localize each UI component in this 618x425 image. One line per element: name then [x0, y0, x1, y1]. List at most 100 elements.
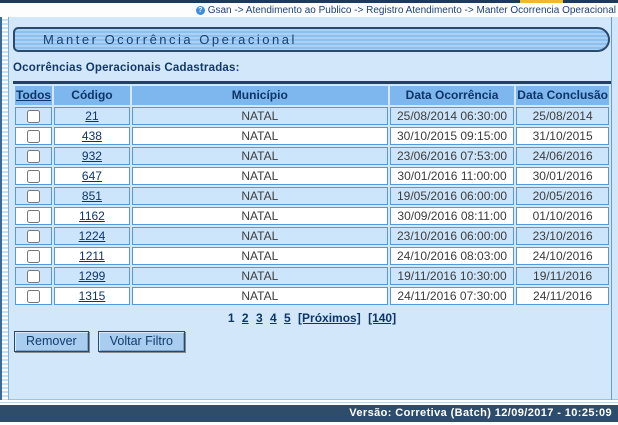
data-conclusao-cell: 25/08/2014 [516, 107, 609, 125]
table-row: 1162 NATAL30/09/2016 08:11:0001/10/2016 [15, 207, 609, 225]
occurrences-table-body: 21NATAL25/08/2014 06:30:0025/08/2014438N… [15, 107, 609, 305]
data-ocorrencia-cell: 24/10/2016 08:03:00 [390, 247, 514, 265]
data-conclusao-cell: 24/11/2016 [516, 287, 609, 305]
municipio-cell: NATAL [132, 107, 388, 125]
occurrences-table: Todos Código Município Data Ocorrência D… [13, 84, 611, 307]
row-checkbox[interactable] [27, 230, 40, 243]
data-ocorrencia-cell: 19/11/2016 10:30:00 [390, 267, 514, 285]
next-pages-link[interactable]: [Próximos] [298, 311, 361, 325]
data-conclusao-cell: 24/10/2016 [516, 247, 609, 265]
municipio-cell: NATAL [132, 187, 388, 205]
codigo-cell: 1315 [54, 287, 130, 305]
row-checkbox[interactable] [27, 250, 40, 263]
table-row: 438 NATAL30/10/2015 09:15:0031/10/2015 [15, 127, 609, 145]
table-row: 1315NATAL24/11/2016 07:30:0024/11/2016 [15, 287, 609, 305]
codigo-link[interactable]: 1162 [79, 209, 105, 223]
version-text: Versão: Corretiva (Batch) 12/09/2017 - 1… [349, 407, 612, 419]
row-checkbox-cell [15, 247, 52, 265]
table-row: 21 NATAL25/08/2014 06:30:0025/08/2014 [15, 107, 609, 125]
codigo-link[interactable]: 851 [82, 189, 102, 203]
section-label: Ocorrências Operacionais Cadastradas: [13, 62, 612, 74]
data-ocorrencia-cell: 23/10/2016 06:00:00 [390, 227, 514, 245]
row-checkbox[interactable] [27, 110, 40, 123]
footer-bar: Versão: Corretiva (Batch) 12/09/2017 - 1… [0, 405, 618, 422]
municipio-cell: NATAL [132, 147, 388, 165]
codigo-link[interactable]: 1315 [79, 289, 106, 303]
codigo-link[interactable]: 932 [82, 149, 102, 163]
page-number-link[interactable]: 2 [242, 311, 249, 325]
codigo-link[interactable]: 21 [85, 109, 98, 123]
row-checkbox[interactable] [27, 150, 40, 163]
footer-divider [0, 402, 618, 403]
data-ocorrencia-cell: 30/01/2016 11:00:00 [390, 167, 514, 185]
row-checkbox[interactable] [27, 290, 40, 303]
table-row: 1224NATAL23/10/2016 06:00:0023/10/2016 [15, 227, 609, 245]
data-conclusao-cell: 31/10/2015 [516, 127, 609, 145]
table-header-row: Todos Código Município Data Ocorrência D… [15, 86, 609, 105]
municipio-cell: NATAL [132, 167, 388, 185]
codigo-link[interactable]: 438 [82, 129, 102, 143]
row-checkbox-cell [15, 147, 52, 165]
codigo-link[interactable]: 647 [82, 169, 102, 183]
last-page-link[interactable]: [140] [368, 311, 396, 325]
row-checkbox-cell [15, 267, 52, 285]
table-row: 851 NATAL19/05/2016 06:00:0020/05/2016 [15, 187, 609, 205]
row-checkbox[interactable] [27, 130, 40, 143]
data-ocorrencia-cell: 30/09/2016 08:11:00 [390, 207, 514, 225]
codigo-cell: 438 [54, 127, 130, 145]
table-row: 1211 NATAL24/10/2016 08:03:0024/10/2016 [15, 247, 609, 265]
table-row: 932 NATAL23/06/2016 07:53:0024/06/2016 [15, 147, 609, 165]
codigo-link[interactable]: 1211 [79, 249, 105, 263]
row-checkbox-cell [15, 187, 52, 205]
row-checkbox-cell [15, 127, 52, 145]
data-ocorrencia-cell: 23/06/2016 07:53:00 [390, 147, 514, 165]
codigo-cell: 1224 [54, 227, 130, 245]
table-row: 647 NATAL30/01/2016 11:00:0030/01/2016 [15, 167, 609, 185]
main-panel: Manter Ocorrência Operacional Ocorrência… [0, 17, 618, 400]
page-number-link[interactable]: 4 [270, 311, 277, 325]
select-all-link[interactable]: Todos [16, 88, 51, 102]
header-data-conclusao: Data Conclusão [516, 86, 609, 105]
municipio-cell: NATAL [132, 127, 388, 145]
data-ocorrencia-cell: 30/10/2015 09:15:00 [390, 127, 514, 145]
help-icon[interactable]: ? [196, 6, 205, 15]
row-checkbox-cell [15, 207, 52, 225]
row-checkbox-cell [15, 167, 52, 185]
data-ocorrencia-cell: 25/08/2014 06:30:00 [390, 107, 514, 125]
table-row: 1299NATAL19/11/2016 10:30:0019/11/2016 [15, 267, 609, 285]
row-checkbox-cell [15, 107, 52, 125]
row-checkbox[interactable] [27, 210, 40, 223]
municipio-cell: NATAL [132, 207, 388, 225]
occurrences-table-wrap: Todos Código Município Data Ocorrência D… [13, 81, 611, 307]
page-number-link[interactable]: 3 [256, 311, 263, 325]
data-conclusao-cell: 01/10/2016 [516, 207, 609, 225]
row-checkbox[interactable] [27, 190, 40, 203]
codigo-cell: 1162 [54, 207, 130, 225]
row-checkbox[interactable] [27, 270, 40, 283]
page-number-current: 1 [228, 311, 235, 325]
page-number-link[interactable]: 5 [284, 311, 291, 325]
codigo-cell: 1211 [54, 247, 130, 265]
row-checkbox[interactable] [27, 170, 40, 183]
data-conclusao-cell: 23/10/2016 [516, 227, 609, 245]
breadcrumb-text: Gsan -> Atendimento ao Publico -> Regist… [208, 5, 616, 16]
remover-button[interactable]: Remover [14, 331, 89, 352]
right-frame-border [611, 17, 612, 400]
data-conclusao-cell: 24/06/2016 [516, 147, 609, 165]
voltar-filtro-button[interactable]: Voltar Filtro [98, 331, 185, 352]
data-conclusao-cell: 30/01/2016 [516, 167, 609, 185]
row-checkbox-cell [15, 227, 52, 245]
data-conclusao-cell: 19/11/2016 [516, 267, 609, 285]
header-municipio: Município [132, 86, 388, 105]
codigo-link[interactable]: 1299 [79, 269, 106, 283]
data-conclusao-cell: 20/05/2016 [516, 187, 609, 205]
codigo-link[interactable]: 1224 [79, 229, 106, 243]
row-checkbox-cell [15, 287, 52, 305]
page-title: Manter Ocorrência Operacional [43, 32, 297, 47]
header-data-ocorrencia: Data Ocorrência [390, 86, 514, 105]
municipio-cell: NATAL [132, 247, 388, 265]
codigo-cell: 647 [54, 167, 130, 185]
codigo-cell: 851 [54, 187, 130, 205]
data-ocorrencia-cell: 19/05/2016 06:00:00 [390, 187, 514, 205]
municipio-cell: NATAL [132, 287, 388, 305]
